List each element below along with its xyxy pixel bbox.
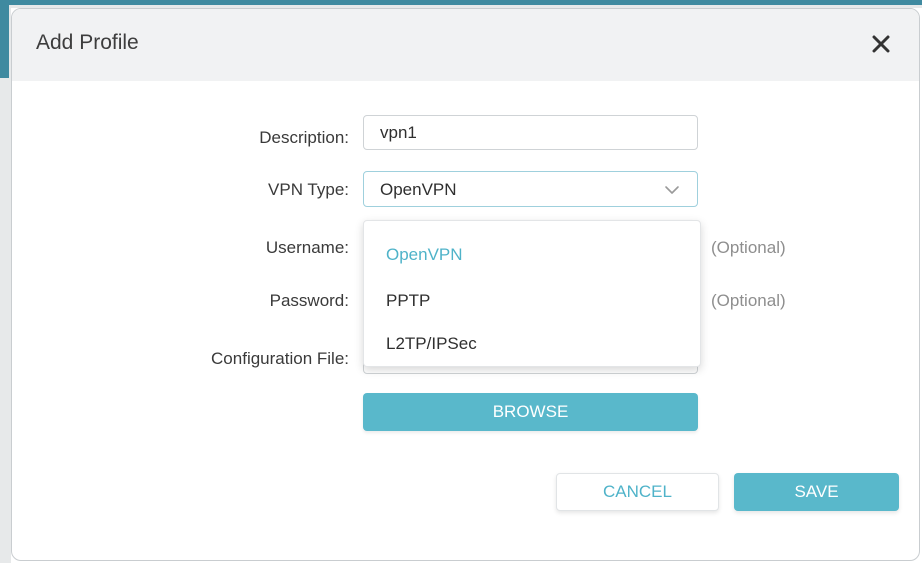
close-icon — [872, 35, 890, 53]
dropdown-option-openvpn[interactable]: OpenVPN — [386, 245, 463, 265]
dialog-header: Add Profile — [12, 9, 919, 81]
dialog-title: Add Profile — [36, 31, 139, 54]
browse-button[interactable]: BROWSE — [363, 393, 698, 431]
password-optional-note: (Optional) — [711, 291, 786, 310]
password-label: Password: — [269, 291, 349, 310]
description-label: Description: — [259, 128, 349, 147]
dropdown-option-pptp[interactable]: PPTP — [386, 291, 430, 311]
close-button[interactable] — [868, 31, 894, 57]
vpn-type-select[interactable]: OpenVPN — [363, 171, 698, 207]
vpn-type-label: VPN Type: — [268, 180, 349, 199]
add-profile-dialog: Add Profile Description: VPN Type: OpenV… — [11, 8, 920, 561]
page-accent-strip — [0, 0, 9, 78]
username-optional-note: (Optional) — [711, 238, 786, 257]
save-button[interactable]: SAVE — [734, 473, 899, 511]
configuration-file-label: Configuration File: — [211, 349, 349, 368]
page-accent-top — [0, 0, 922, 5]
dropdown-option-l2tp-ipsec[interactable]: L2TP/IPSec — [386, 334, 477, 354]
username-label: Username: — [265, 238, 349, 257]
description-input[interactable] — [363, 115, 698, 150]
vpn-type-dropdown-menu: OpenVPN PPTP L2TP/IPSec — [363, 220, 701, 367]
vpn-type-selected-value: OpenVPN — [380, 180, 457, 199]
chevron-down-icon — [665, 186, 679, 194]
page-backdrop-left — [0, 0, 11, 563]
cancel-button[interactable]: CANCEL — [556, 473, 719, 511]
